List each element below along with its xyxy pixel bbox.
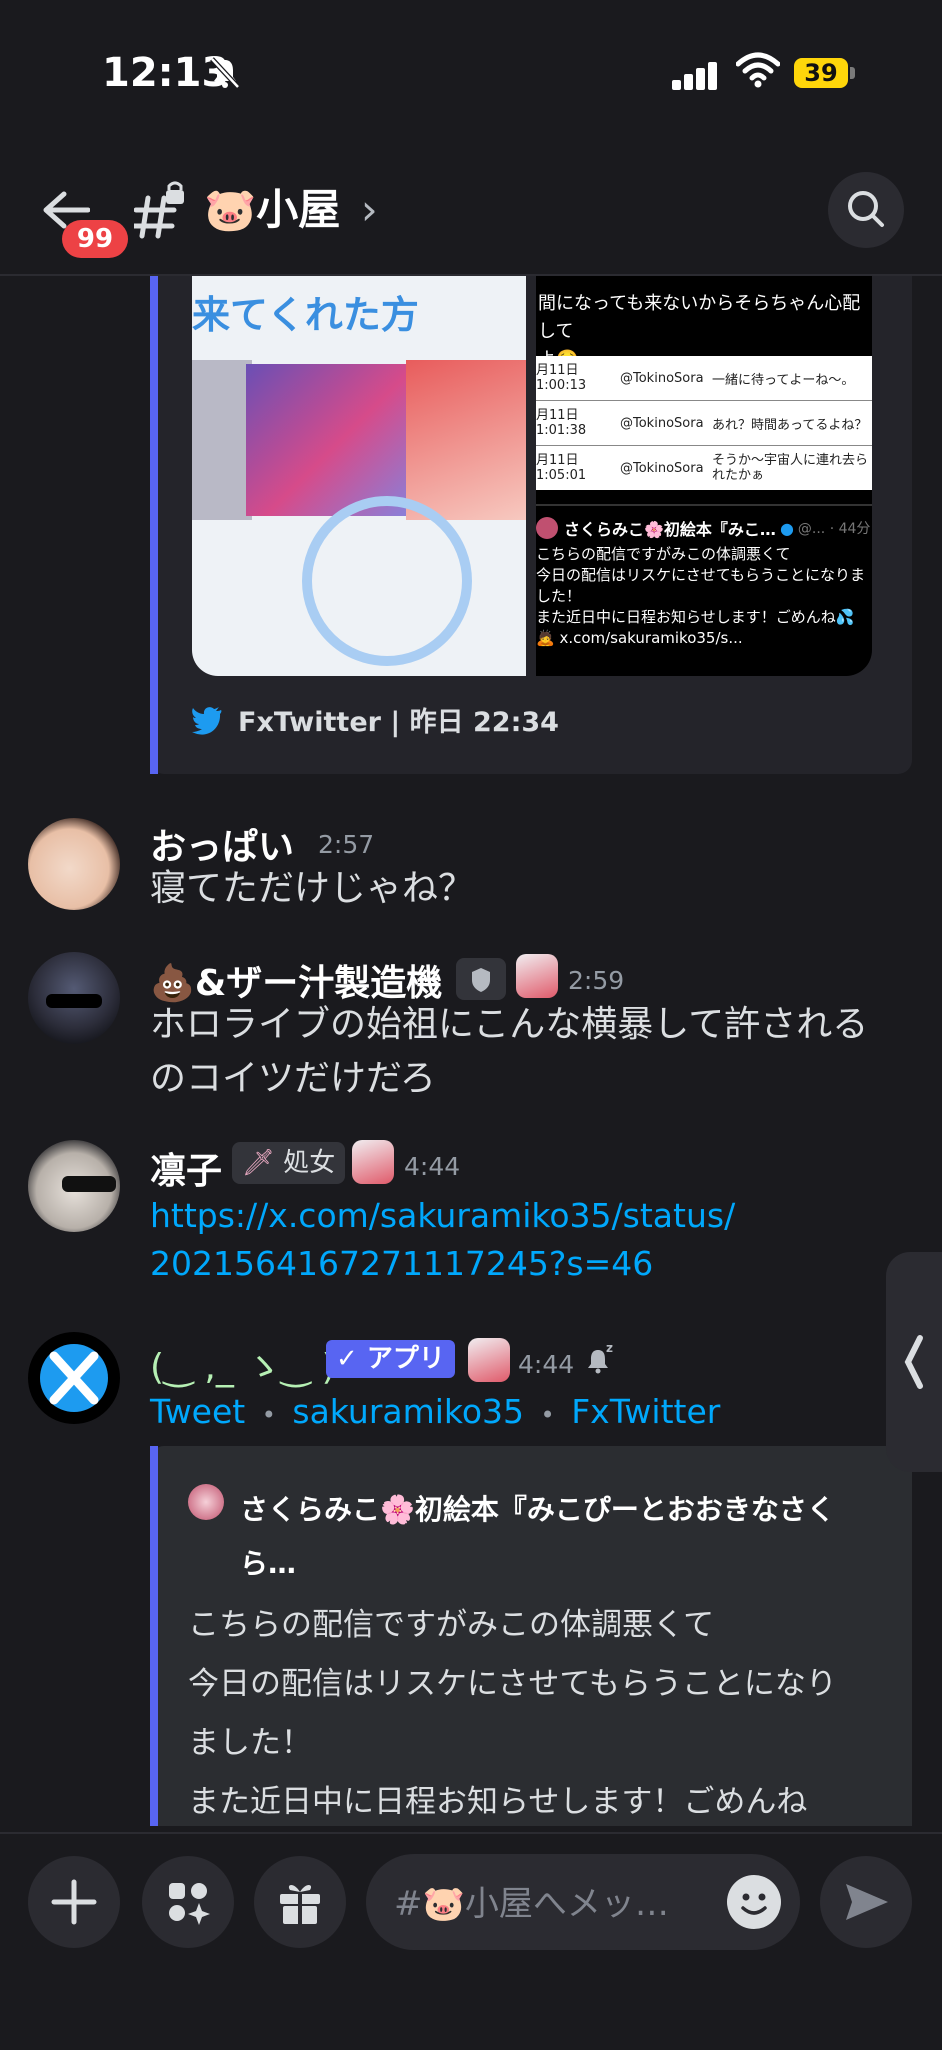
- chevron-right-icon: ›: [360, 185, 378, 234]
- role-name: 処女: [283, 1148, 336, 1178]
- battery-level: 39: [794, 58, 848, 88]
- avatar-decoration-icon: [468, 1338, 510, 1382]
- username[interactable]: 凛子: [150, 1142, 222, 1194]
- embed-line: こちらの配信ですがみこの体調悪くて: [188, 1607, 715, 1643]
- embed-line: 今日の配信はリスケにさせてもらうことになり: [188, 1666, 837, 1702]
- row-user: @TokinoSora: [620, 415, 704, 431]
- search-button[interactable]: [828, 172, 904, 248]
- embed-image-left[interactable]: 来てくれた方: [192, 276, 526, 676]
- username[interactable]: (‿ ,_ ゝ‿ ): [150, 1338, 336, 1390]
- channel-lock-icon: [134, 181, 184, 239]
- embed-body: こちらの配信ですがみこの体調悪くて 今日の配信はリスケにさせてもらうことになり …: [188, 1596, 837, 1832]
- row-date: 月11日 1:00:13: [536, 363, 587, 393]
- embed-accent-bar: [150, 1446, 158, 1826]
- verified-icon: ●: [779, 518, 794, 538]
- separator: •: [261, 1401, 276, 1429]
- embed-image-right[interactable]: 間になっても来ないからそらちゃん心配して よ🥺 月11日 1:00:13 @To…: [536, 276, 872, 676]
- channel-name-text: 🐷小屋: [204, 185, 341, 234]
- apps-icon: [169, 1883, 210, 1925]
- unread-badge: 99: [62, 220, 128, 258]
- sunglasses: [46, 994, 102, 1008]
- send-button[interactable]: [820, 1856, 912, 1948]
- link-tweet[interactable]: Tweet: [150, 1392, 245, 1431]
- avatar[interactable]: [28, 1140, 120, 1232]
- message-link[interactable]: https://x.com/sakuramiko35/status/: [150, 1192, 735, 1240]
- link-author[interactable]: sakuramiko35: [292, 1392, 524, 1431]
- embed-author[interactable]: ら…: [240, 1542, 296, 1582]
- app-tag: ✓ アプリ: [326, 1340, 455, 1378]
- twitter-x-logo-icon: [40, 1344, 108, 1412]
- embed-footer: FxTwitter | 昨日 22:34: [238, 707, 559, 738]
- quoted-meta: @... · 44分: [797, 521, 871, 537]
- avatar-decoration-icon: [516, 954, 558, 998]
- send-icon: [846, 1884, 888, 1920]
- quoted-tweet-card: さくらみこ🌸初絵本『みこ… ● @... · 44分 こちらの配信ですがみこの体…: [536, 504, 872, 676]
- battery-cap: [850, 67, 855, 79]
- sunglasses: [62, 1176, 116, 1192]
- chat-log-row: 月11日 1:00:13 @TokinoSora 一緒に待ってよーね〜。: [536, 356, 872, 401]
- timestamp: 2:57: [318, 830, 375, 859]
- sword-icon: 🗡: [242, 1148, 276, 1178]
- row-msg: あれ？時間あってるよね？: [712, 417, 868, 433]
- quoted-avatar: [536, 517, 558, 539]
- shield-icon: [472, 968, 490, 992]
- avatar[interactable]: [28, 1332, 120, 1424]
- anime-art-center: [246, 364, 406, 516]
- bell-off-icon: [210, 57, 240, 89]
- timestamp: 4:44: [518, 1350, 575, 1379]
- member-list-handle[interactable]: [886, 1252, 942, 1472]
- channel-name[interactable]: 🐷小屋 ›: [204, 176, 378, 237]
- separator: •: [540, 1401, 555, 1429]
- link-fxtwitter[interactable]: FxTwitter: [571, 1392, 720, 1431]
- chat-log-row: 月11日 1:05:01 @TokinoSora そうか〜宇宙人に連れ去ら れた…: [536, 446, 872, 490]
- gift-icon: [280, 1885, 320, 1924]
- embed-line: また近日中に日程お知らせします！ごめんね: [188, 1784, 808, 1820]
- search-icon: [848, 191, 884, 227]
- avatar[interactable]: [28, 818, 120, 910]
- snooze-icon: z: [588, 1341, 613, 1374]
- row-msg: 一緒に待ってよーね〜。: [712, 372, 855, 388]
- avatar-decoration-icon: [352, 1140, 394, 1184]
- timestamp: 4:44: [404, 1152, 461, 1181]
- add-attachment-button[interactable]: [28, 1856, 120, 1948]
- row-msg: そうか〜宇宙人に連れ去ら れたかぁ: [712, 453, 869, 483]
- chat-log-table: 月11日 1:00:13 @TokinoSora 一緒に待ってよーね〜。 月11…: [536, 356, 872, 490]
- wifi-icon: [736, 52, 780, 88]
- message-link[interactable]: 2021564167271117245?s=46: [150, 1240, 653, 1288]
- embed-author-avatar[interactable]: [188, 1484, 224, 1520]
- quoted-text: こちらの配信ですがみこの体調悪くて 今日の配信はリスケにさせてもらうことになりま…: [536, 545, 865, 647]
- link-row: Tweet • sakuramiko35 • FxTwitter: [150, 1388, 720, 1436]
- plus-icon: [51, 1879, 97, 1925]
- apps-button[interactable]: [142, 1856, 234, 1948]
- image-caption: 来てくれた方: [192, 293, 419, 337]
- role-badge: 🗡 処女: [232, 1142, 346, 1184]
- message-text: のコイツだけだろ: [150, 1058, 436, 1099]
- chevron-left-icon: [904, 1335, 923, 1389]
- emoji-icon[interactable]: [726, 1874, 782, 1930]
- row-date: 月11日 1:05:01: [536, 453, 587, 483]
- message-text: 寝てただけじゃね？: [150, 868, 475, 909]
- svg-text:z: z: [606, 1341, 613, 1355]
- anime-art-right: [406, 360, 526, 520]
- message-input-placeholder: #🐷小屋へメッ…: [394, 1884, 669, 1924]
- quoted-tweet-header: さくらみこ🌸初絵本『みこ… ● @... · 44分: [536, 516, 872, 540]
- anime-art-left: [192, 360, 252, 520]
- role-icon-badge: [456, 958, 506, 1000]
- embed-accent-bar: [150, 276, 158, 774]
- embed-author[interactable]: さくらみこ🌸初絵本『みこぴーとおおきなさく: [240, 1488, 835, 1528]
- decorative-ring: [302, 496, 472, 666]
- chat-log-row: 月11日 1:01:38 @TokinoSora あれ？時間あってるよね？: [536, 401, 872, 446]
- message-text: ホロライブの始祖にこんな横暴して許される: [150, 1004, 869, 1045]
- row-user: @TokinoSora: [620, 460, 704, 476]
- gift-button[interactable]: [254, 1856, 346, 1948]
- twitter-bird-icon: [192, 707, 222, 735]
- timestamp: 2:59: [568, 966, 625, 995]
- quoted-author: さくらみこ🌸初絵本『みこ…: [564, 520, 776, 539]
- cellular-signal-icon: [672, 60, 717, 90]
- row-user: @TokinoSora: [620, 370, 704, 386]
- row-date: 月11日 1:01:38: [536, 408, 587, 438]
- avatar[interactable]: [28, 952, 120, 1044]
- embed-line: ました！: [188, 1725, 312, 1761]
